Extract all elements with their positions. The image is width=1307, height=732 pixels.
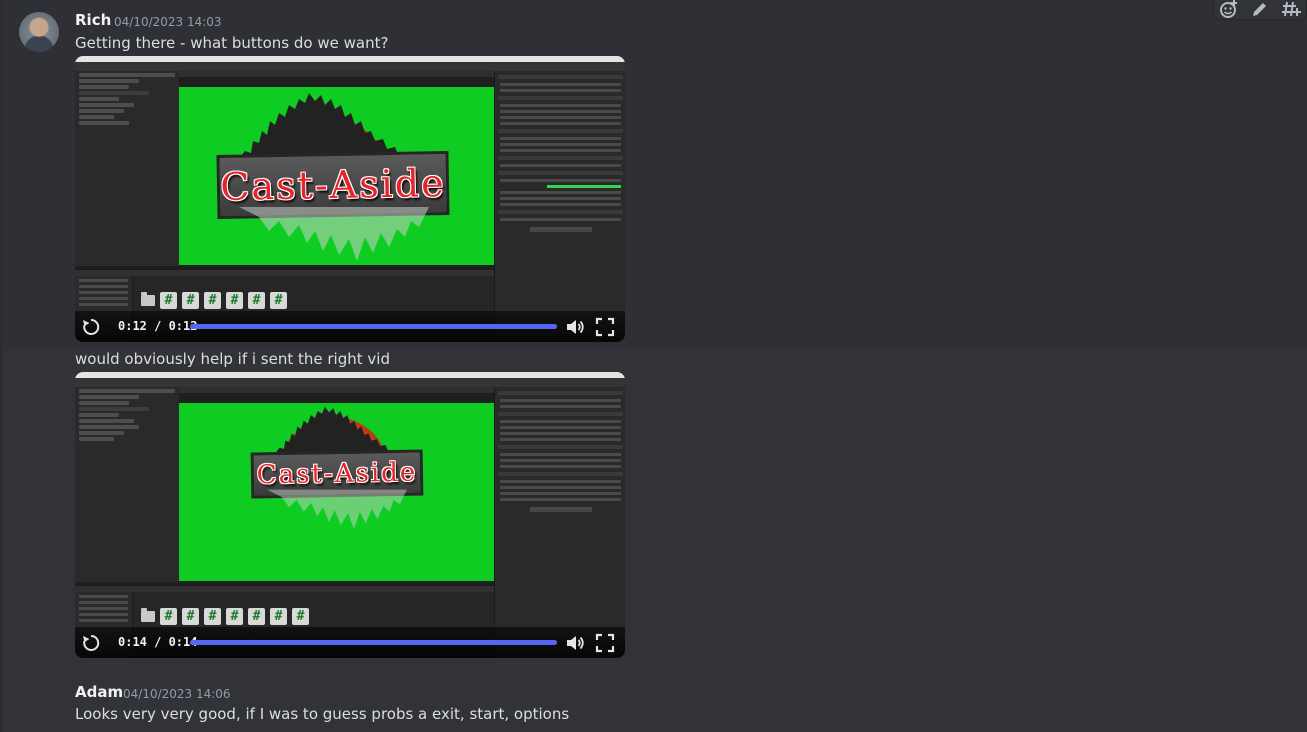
logo-skyline — [274, 406, 394, 455]
script-file-icon: # — [292, 608, 309, 625]
video-controls: 0:12 / 0:12 — [75, 311, 625, 342]
message-text: would obviously help if i sent the right… — [75, 350, 390, 368]
logo-drips — [267, 489, 407, 530]
author-name[interactable]: Rich — [75, 11, 111, 29]
video-frame-inspector — [494, 387, 625, 658]
edit-icon — [1252, 3, 1266, 16]
video-player[interactable]: Cast-Aside # # # # # # # 0:14 / 0:14 — [75, 372, 625, 658]
logo-text: Cast-Aside — [219, 161, 446, 209]
script-file-icon: # — [226, 292, 243, 309]
video-progress-bar[interactable] — [190, 640, 557, 645]
video-player[interactable]: Cast-Aside # # # # # # 0:12 / 0:12 — [75, 56, 625, 342]
video-progress-fill — [190, 640, 557, 645]
video-frame-hierarchy — [75, 387, 180, 582]
add-reaction-button[interactable] — [1217, 0, 1241, 19]
volume-icon[interactable] — [565, 633, 585, 653]
video-frame-game-view: Cast-Aside — [179, 87, 494, 265]
fullscreen-icon[interactable] — [595, 633, 615, 653]
script-file-icon: # — [160, 608, 177, 625]
fullscreen-icon[interactable] — [595, 317, 615, 337]
video-progress-fill — [190, 324, 557, 329]
video-progress-bar[interactable] — [190, 324, 557, 329]
logo-drips — [239, 207, 429, 261]
video-controls: 0:14 / 0:14 — [75, 627, 625, 658]
video-frame-scenebar — [179, 387, 494, 393]
script-file-icon: # — [160, 292, 177, 309]
video-frame-files: # # # # # # — [141, 292, 287, 309]
author-name[interactable]: Adam — [75, 683, 123, 701]
volume-icon[interactable] — [565, 317, 585, 337]
replay-icon[interactable] — [81, 317, 101, 337]
logo-text: Cast-Aside — [256, 457, 418, 491]
video-frame-inspector — [494, 71, 625, 342]
script-file-icon: # — [204, 292, 221, 309]
message-actions-toolbar — [1213, 0, 1307, 20]
script-file-icon: # — [226, 608, 243, 625]
video-time: 0:14 / 0:14 — [118, 635, 198, 649]
video-frame-files: # # # # # # # — [141, 608, 309, 625]
script-file-icon: # — [248, 292, 265, 309]
message-text: Getting there - what buttons do we want? — [75, 34, 389, 52]
script-file-icon: # — [182, 608, 199, 625]
folder-icon — [141, 292, 155, 306]
folder-icon — [141, 608, 155, 622]
script-file-icon: # — [270, 608, 287, 625]
script-file-icon: # — [204, 608, 221, 625]
video-frame-hierarchy — [75, 71, 180, 266]
logo-skyline — [237, 93, 407, 161]
script-file-icon: # — [248, 608, 265, 625]
create-thread-button[interactable] — [1279, 0, 1303, 19]
replay-icon[interactable] — [81, 633, 101, 653]
add-reaction-icon — [1220, 0, 1238, 18]
video-frame-game-view: Cast-Aside — [179, 403, 494, 581]
message-timestamp[interactable]: 04/10/2023 14:03 — [114, 15, 222, 29]
message-text: Looks very very good, if I was to guess … — [75, 705, 570, 723]
create-thread-icon — [1281, 1, 1301, 17]
video-frame-scenebar — [179, 71, 494, 77]
message-timestamp[interactable]: 04/10/2023 14:06 — [123, 687, 231, 701]
script-file-icon: # — [270, 292, 287, 309]
script-file-icon: # — [182, 292, 199, 309]
avatar-rich[interactable] — [19, 12, 59, 52]
edit-button[interactable] — [1248, 0, 1272, 19]
video-time: 0:12 / 0:12 — [118, 319, 198, 333]
